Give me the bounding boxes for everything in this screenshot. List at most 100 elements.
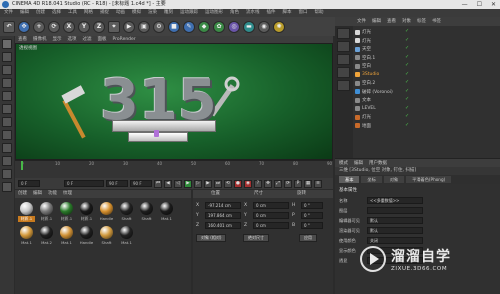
record-icon[interactable]: ● [234, 179, 242, 188]
object-menu-item[interactable]: 文件 [357, 17, 366, 26]
object-list-item[interactable]: 天空 [355, 46, 371, 52]
menu-item[interactable]: 编辑 [20, 9, 29, 17]
size-x-field[interactable]: 0 cm [253, 202, 289, 209]
model-mode-icon[interactable] [2, 52, 12, 62]
menu-item[interactable]: 角色 [230, 9, 239, 17]
coordinate-mode-dropdown[interactable]: 对象 (相对) [196, 234, 227, 242]
end-frame-field[interactable]: 90 F [106, 180, 128, 187]
material-swatch[interactable]: 材质.1 [58, 202, 75, 223]
menu-item[interactable]: 运动图形 [205, 9, 223, 17]
object-list-item[interactable]: 灯光 [355, 114, 371, 120]
material-swatch[interactable]: Shaft [138, 202, 155, 223]
visibility-check-icon[interactable]: ✓ [405, 62, 409, 68]
viewport-menu-item[interactable]: 摄像机 [33, 36, 47, 43]
lock-workplane-icon[interactable] [2, 169, 12, 179]
menu-item[interactable]: 创建 [36, 9, 45, 17]
rotation-h-field[interactable]: 0 ° [301, 202, 323, 209]
menu-item[interactable]: 脚本 [283, 9, 292, 17]
autokey-icon[interactable]: ◉ [244, 179, 252, 188]
object-list-item[interactable]: 文本 [355, 97, 371, 103]
material-swatch[interactable]: Shaft [98, 226, 115, 247]
material-menu-item[interactable]: 编辑 [33, 190, 42, 198]
go-to-end-icon[interactable]: ⏭ [214, 179, 222, 188]
visibility-check-icon[interactable]: ✓ [405, 113, 409, 119]
material-menu-item[interactable]: 创建 [18, 190, 27, 198]
object-list-item[interactable]: 空白.1 [355, 55, 375, 61]
maximize-icon[interactable]: ☐ [477, 0, 482, 9]
z-axis-button[interactable]: Z [93, 20, 105, 33]
material-swatch[interactable]: 材质.1 [78, 202, 95, 223]
visibility-check-icon[interactable]: ✓ [405, 88, 409, 94]
visibility-check-icon[interactable]: ✓ [405, 28, 409, 34]
attribute-value-field[interactable]: <<多重数值>> [367, 197, 423, 204]
light-icon[interactable]: ✺ [273, 20, 285, 33]
play-icon[interactable]: ▶ [184, 179, 192, 188]
viewport-menu-item[interactable]: 面板 [98, 36, 107, 43]
viewport-menu-item[interactable]: 显示 [53, 36, 62, 43]
texture-mode-icon[interactable] [2, 65, 12, 75]
pen-icon[interactable]: ✎ [183, 20, 195, 33]
object-menu-item[interactable]: 查看 [387, 17, 396, 26]
snap-icon[interactable] [2, 156, 12, 166]
sculpt-icon[interactable] [2, 182, 12, 192]
camera-icon[interactable]: ◉ [258, 20, 270, 33]
points-mode-icon[interactable] [2, 91, 12, 101]
visibility-check-icon[interactable]: ✓ [405, 96, 409, 102]
attribute-menu-item[interactable]: 编辑 [354, 159, 363, 167]
object-list-item[interactable]: 灯光 [355, 29, 371, 35]
next-frame-icon[interactable]: ▷ [194, 179, 202, 188]
viewport-menu-item[interactable]: ProRender [113, 36, 136, 43]
object-list-item[interactable]: 破碎 (Voronoi) [355, 89, 393, 95]
timeline[interactable]: 0102030405060708090 [15, 160, 333, 178]
apply-button[interactable]: 应用 [299, 234, 317, 242]
cube-icon[interactable]: ■ [168, 20, 180, 33]
array-icon[interactable]: ✿ [213, 20, 225, 33]
move-key-icon[interactable]: ✥ [264, 179, 272, 188]
menu-item[interactable]: 雕刻 [164, 9, 173, 17]
tweak-icon[interactable] [2, 143, 12, 153]
scale-icon[interactable]: + [33, 20, 45, 33]
attribute-value-field[interactable]: 默认 [367, 227, 423, 234]
rotate-key-icon[interactable]: ⟳ [284, 179, 292, 188]
visibility-check-icon[interactable]: ✓ [405, 54, 409, 60]
render-icon[interactable]: ▣ [138, 20, 150, 33]
polygons-mode-icon[interactable] [2, 117, 12, 127]
menu-item[interactable]: 渲染 [148, 9, 157, 17]
prev-key-icon[interactable]: ◀ [164, 179, 172, 188]
material-swatch[interactable]: Mat.1 [118, 226, 135, 247]
viewport-menu-item[interactable]: 查看 [18, 36, 27, 43]
visibility-check-icon[interactable]: ✓ [405, 105, 409, 111]
material-swatch[interactable]: Handle [98, 202, 115, 223]
timeline-playhead[interactable] [21, 161, 23, 170]
rotation-p-field[interactable]: 0 ° [301, 212, 323, 219]
rotate-icon[interactable]: ⟳ [48, 20, 60, 33]
menu-item[interactable]: 动画 [116, 9, 125, 17]
param-key-icon[interactable]: P [294, 179, 302, 188]
structure-tab-icon[interactable] [337, 67, 350, 78]
material-menu-item[interactable]: 纹理 [63, 190, 72, 198]
render-settings-icon[interactable]: ⚙ [153, 20, 165, 33]
workplane-icon[interactable] [2, 78, 12, 88]
size-z-field[interactable]: 0 cm [253, 222, 289, 229]
menu-item[interactable]: 文件 [4, 9, 13, 17]
scale-key-icon[interactable]: ⤢ [274, 179, 282, 188]
axis-mode-icon[interactable] [2, 130, 12, 140]
preview-end-field[interactable]: 90 F [130, 180, 152, 187]
current-frame-field[interactable]: 0 F [64, 180, 104, 187]
next-key-icon[interactable]: ▶ [204, 179, 212, 188]
rotation-b-field[interactable]: 0 ° [301, 222, 323, 229]
object-menu-item[interactable]: 编辑 [372, 17, 381, 26]
content-browser-tab-icon[interactable] [337, 54, 350, 65]
y-axis-button[interactable]: Y [78, 20, 90, 33]
edges-mode-icon[interactable] [2, 104, 12, 114]
size-mode-dropdown[interactable]: 绝对尺寸 [243, 234, 269, 242]
position-y-field[interactable]: 197.864 cm [205, 212, 241, 219]
start-frame-field[interactable]: 0 F [18, 180, 40, 187]
render-view-icon[interactable]: ▶ [123, 20, 135, 33]
attribute-tab[interactable]: 坐标 [361, 176, 382, 183]
deformer-icon[interactable]: ◎ [228, 20, 240, 33]
prev-frame-icon[interactable]: ◁ [174, 179, 182, 188]
takes-tab-icon[interactable] [337, 41, 350, 52]
menu-item[interactable]: 捕捉 [100, 9, 109, 17]
attribute-value-field[interactable] [367, 207, 423, 214]
